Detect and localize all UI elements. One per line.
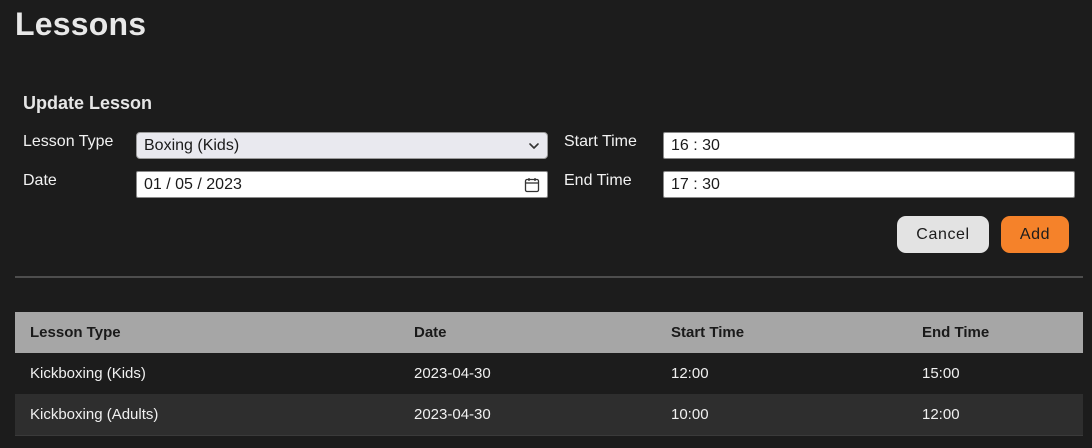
cell-start-time: 12:00 [656, 353, 907, 394]
lessons-page: Lessons Update Lesson Lesson Type Boxing… [0, 0, 1092, 448]
date-label: Date [23, 172, 57, 189]
cell-lesson-type: Kickboxing (Kids) [15, 353, 399, 394]
cell-date: 2023-04-30 [399, 353, 656, 394]
cell-end-time: 15:00 [907, 353, 1083, 394]
form-title: Update Lesson [23, 93, 153, 113]
table-row[interactable]: Kickboxing (Kids) 2023-04-30 12:00 15:00 [15, 353, 1083, 394]
table-header-row: Lesson Type Date Start Time End Time [15, 312, 1083, 353]
calendar-icon[interactable] [524, 177, 540, 193]
lessons-table: Lesson Type Date Start Time End Time Kic… [15, 312, 1083, 436]
start-time-label: Start Time [564, 133, 637, 150]
cell-date: 2023-04-30 [399, 394, 656, 436]
divider [15, 276, 1083, 278]
column-header-start-time: Start Time [656, 312, 907, 353]
column-header-date: Date [399, 312, 656, 353]
cell-end-time: 12:00 [907, 394, 1083, 436]
chevron-down-icon [529, 142, 539, 149]
end-time-label: End Time [564, 172, 632, 189]
start-time-value: 16 : 30 [671, 137, 720, 154]
cell-lesson-type: Kickboxing (Adults) [15, 394, 399, 436]
end-time-value: 17 : 30 [671, 176, 720, 193]
date-value: 01 / 05 / 2023 [144, 176, 242, 193]
lesson-type-value: Boxing (Kids) [144, 137, 240, 154]
page-title: Lessons [15, 6, 147, 42]
column-header-end-time: End Time [907, 312, 1083, 353]
lesson-type-label: Lesson Type [23, 133, 114, 150]
add-button[interactable]: Add [1001, 216, 1069, 253]
table-row[interactable]: Kickboxing (Adults) 2023-04-30 10:00 12:… [15, 394, 1083, 436]
date-input[interactable]: 01 / 05 / 2023 [136, 171, 548, 198]
column-header-lesson-type: Lesson Type [15, 312, 399, 353]
cancel-button[interactable]: Cancel [897, 216, 989, 253]
lesson-type-select[interactable]: Boxing (Kids) [136, 132, 548, 159]
end-time-input[interactable]: 17 : 30 [663, 171, 1075, 198]
start-time-input[interactable]: 16 : 30 [663, 132, 1075, 159]
cell-start-time: 10:00 [656, 394, 907, 436]
